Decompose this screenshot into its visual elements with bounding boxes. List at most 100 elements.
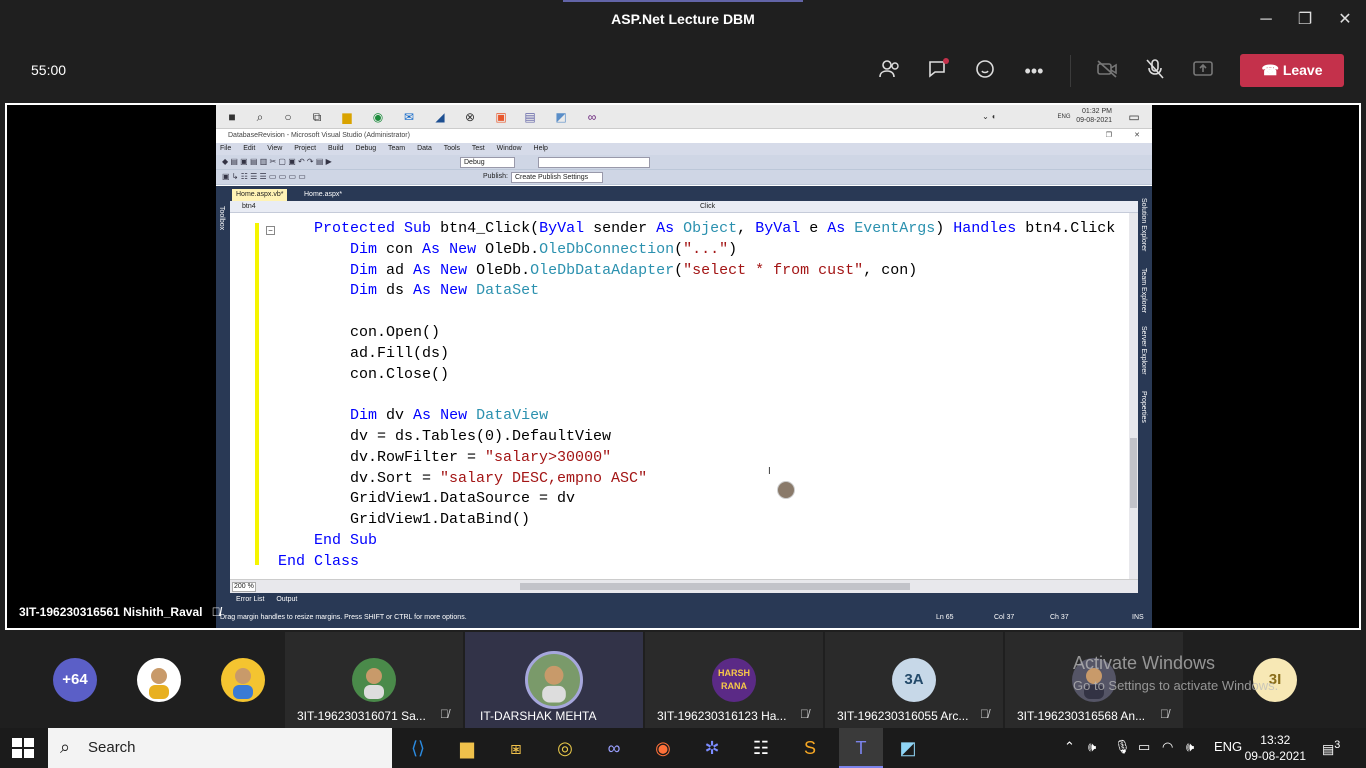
menu-view: View (267, 145, 283, 152)
paint-icon[interactable]: ◩ (894, 734, 922, 762)
participant-tile[interactable]: 3IT-196230316071 Sa... 🎙̸ (285, 632, 463, 728)
remote-notification-icon: ▭ (1128, 110, 1140, 124)
speaker-icon[interactable]: 🕪 (1186, 739, 1194, 755)
participant-name: IT-DARSHAK MEHTA (480, 709, 597, 723)
shared-screen-stage: ■ ⌕ ○ ⧉ ▆ ◉ ✉ ◢ ⊗ ▣ ▤ ◩ ∞ ⌄ ◖ ⧉ ◗ ENG 01… (5, 103, 1361, 630)
search-label: Search (88, 739, 136, 756)
code-line: GridView1.DataSource = dv (278, 490, 576, 508)
publish-dropdown: Create Publish Settings (511, 172, 603, 183)
code-line: Dim ds As New DataSet (350, 282, 540, 300)
battery-icon[interactable]: ▭ (1138, 739, 1150, 755)
volume-icon[interactable]: 🕪 (1088, 739, 1096, 755)
code-nav-bar: btn4 Click (230, 201, 1138, 213)
code-line: End Sub (314, 531, 378, 549)
taskbar-clock[interactable]: 13:32 09-08-2021 (1245, 732, 1306, 764)
file-explorer-icon[interactable]: ▆ (453, 734, 481, 762)
search-icon: ⌕ (60, 737, 71, 757)
menu-build: Build (328, 145, 344, 152)
vs-toolbar-standard: ◆ ▤ ▣ ▤ ▥ ✂ ▢ ▣ ↶ ↷ ▤ ▶ Debug (216, 155, 1152, 170)
presenter-name: 3IT-196230316561 Nishith_Raval 🎙̸ (19, 605, 221, 619)
teams-title-bar: ASP.Net Lecture DBM ─ ❐ ✕ (0, 0, 1366, 40)
shared-screen: ■ ⌕ ○ ⧉ ▆ ◉ ✉ ◢ ⊗ ▣ ▤ ◩ ∞ ⌄ ◖ ⧉ ◗ ENG 01… (216, 105, 1152, 628)
remote-edge-icon: ◉ (372, 110, 384, 124)
participants-icon[interactable] (876, 57, 904, 85)
toolbox-label: Toolbox (218, 206, 225, 231)
participant-avatar (352, 658, 396, 702)
teams-icon[interactable]: T (839, 728, 883, 768)
code-line: Dim ad As New OleDb.OleDbDataAdapter("se… (350, 261, 918, 279)
vs-title-bar: DatabaseRevision - Microsoft Visual Stud… (216, 129, 1152, 143)
participant-tile[interactable]: 3A 3IT-196230316055 Arc... 🎙̸ (825, 632, 1003, 728)
mic-icon[interactable]: 🎙 (1114, 739, 1131, 755)
chat-icon[interactable] (924, 57, 952, 85)
code-line: dv.RowFilter = "salary>30000" (278, 448, 612, 466)
hscroll-thumb (520, 583, 910, 590)
code-line: Dim dv As New DataView (350, 407, 549, 425)
menu-tools: Tools (443, 145, 461, 152)
app-icon[interactable]: ☷ (747, 734, 775, 762)
app-icon[interactable]: ◎ (551, 734, 579, 762)
team-explorer-label: Team Explorer (1140, 268, 1147, 314)
remote-lang: ENG (1057, 114, 1071, 120)
vs-toolbar-text: ▣ ↳ ☷ ☰ ☰ ▭ ▭ ▭ ▭ Publish: Create Publis… (216, 170, 1152, 185)
clock-date: 09-08-2021 (1244, 749, 1306, 763)
mic-muted-icon[interactable] (1141, 57, 1169, 85)
remote-xbox-icon: ⊗ (464, 110, 476, 124)
app-icon[interactable]: ✲ (698, 734, 726, 762)
leave-button[interactable]: ☎ Leave (1240, 54, 1344, 87)
language-indicator[interactable]: ENG (1214, 739, 1242, 754)
taskbar-search-box[interactable]: ⌕ Search (48, 728, 392, 768)
remote-cortana-icon: ○ (284, 110, 292, 124)
participant-avatar[interactable] (221, 658, 265, 702)
remote-mail-icon: ✉ (403, 110, 415, 124)
mic-muted-icon: 🎙̸ (440, 707, 449, 721)
menu-debug: Debug (355, 145, 377, 152)
change-tracking-bar (255, 223, 259, 565)
publish-label: Publish: (483, 173, 508, 180)
menu-data: Data (417, 145, 432, 152)
vs-status-bar: Drag margin handles to resize margins. P… (216, 606, 1152, 628)
chevron-up-icon[interactable]: ⌃ (1064, 739, 1075, 755)
minimize-icon[interactable]: ─ (1254, 8, 1278, 32)
close-icon[interactable]: ✕ (1333, 8, 1357, 32)
code-line: Dim con As New OleDb.OleDbConnection("..… (350, 240, 738, 258)
notifications-icon[interactable]: ▤3 (1322, 739, 1340, 757)
share-screen-icon[interactable] (1189, 57, 1217, 85)
windows-start-icon[interactable] (12, 738, 34, 758)
more-actions-icon[interactable]: ••• (1020, 57, 1048, 85)
vs-status-text: Drag margin handles to resize margins. P… (220, 614, 467, 621)
toolbar-icons: ◆ ▤ ▣ ▤ ▥ ✂ ▢ ▣ ↶ ↷ ▤ ▶ (222, 157, 332, 166)
remote-clock-date: 09-08-2021 (1076, 117, 1112, 124)
participant-tile-speaking[interactable]: IT-DARSHAK MEHTA (465, 632, 643, 728)
vs-restore-icon: ❐ (1105, 132, 1112, 139)
wifi-icon[interactable]: ◠ (1162, 739, 1173, 755)
raise-hand-icon[interactable] (972, 57, 1000, 85)
mic-muted-icon: 🎙̸ (1160, 707, 1169, 721)
app-icon[interactable]: ⧆ (502, 734, 530, 762)
notification-count: 3 (1334, 739, 1341, 751)
toolbar2-icons: ▣ ↳ ☷ ☰ ☰ ▭ ▭ ▭ ▭ (222, 172, 306, 181)
zoom-level: 200 % (232, 582, 256, 592)
status-ins: INS (1132, 614, 1144, 621)
camera-off-icon[interactable] (1093, 57, 1121, 85)
overflow-participants-button[interactable]: +64 (53, 658, 97, 702)
vscode-icon[interactable]: ⟨⟩ (404, 734, 432, 762)
firefox-icon[interactable]: ◉ (649, 734, 677, 762)
restore-icon[interactable]: ❐ (1293, 8, 1317, 32)
editor-vertical-scrollbar (1129, 213, 1138, 579)
remote-start-icon: ■ (228, 110, 236, 124)
sublime-text-icon[interactable]: S (796, 734, 824, 762)
call-controls-bar: 55:00 ••• ☎ Leave (0, 40, 1366, 102)
participant-tile[interactable]: HARSH RANA 3IT-196230316123 Ha... 🎙̸ (645, 632, 823, 728)
participant-avatar[interactable] (137, 658, 181, 702)
vs-body: Toolbox Home.aspx.vb* Home.aspx* btn4 Cl… (216, 186, 1152, 606)
call-timer: 55:00 (31, 62, 67, 78)
participant-name: 3IT-196230316568 An... (1017, 709, 1146, 723)
menu-help: Help (533, 145, 548, 152)
participant-name: 3IT-196230316123 Ha... (657, 709, 787, 723)
nav-member-dropdown: Click (700, 203, 716, 210)
menu-team: Team (388, 145, 406, 152)
outline-collapse-icon: − (266, 226, 275, 235)
visual-studio-icon[interactable]: ∞ (600, 734, 628, 762)
